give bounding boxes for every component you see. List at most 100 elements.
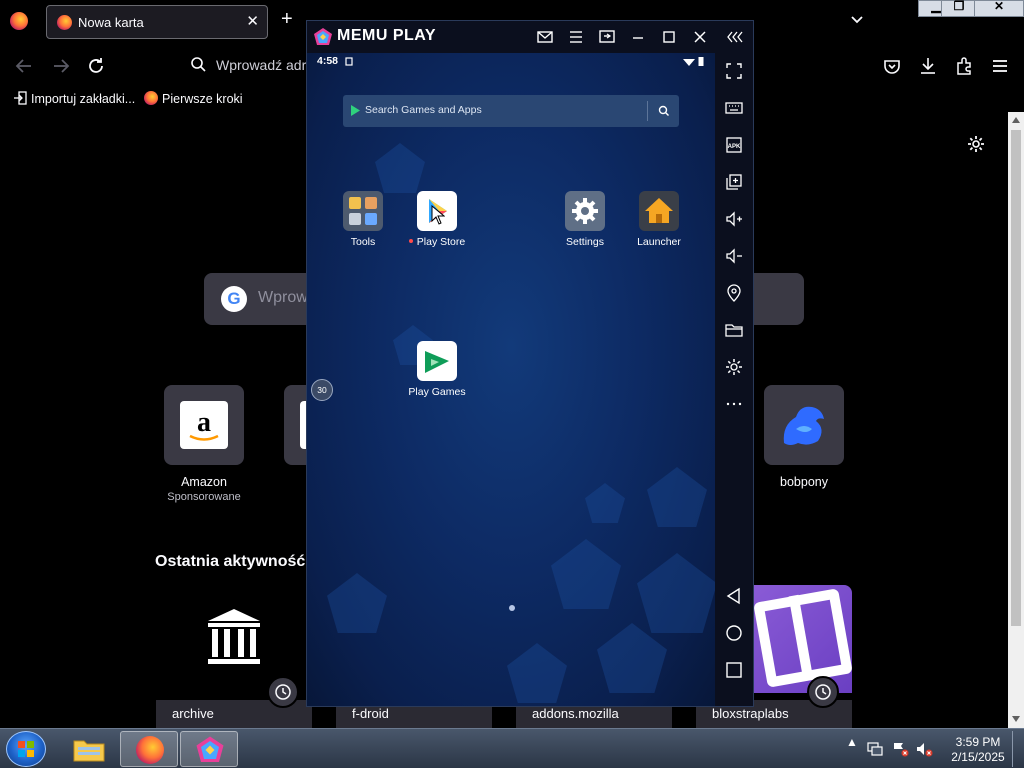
firefox-menu-icon[interactable] [10,12,28,30]
bookmark-import[interactable]: Importuj zakładki... [13,91,135,106]
taskbar-date: 2/15/2025 [951,750,1005,764]
volume-up-icon[interactable] [724,209,744,229]
more-icon[interactable] [724,394,744,414]
search-divider [647,101,648,121]
memu-sidebar: APK [715,53,753,706]
url-placeholder: Wprowadź adr [216,57,307,73]
memu-window: MEMU PLAY 4:58 Search Games and Apps Too… [306,20,754,707]
clock-icon [807,676,839,708]
pocket-icon[interactable] [881,55,903,77]
wifi-icon [683,59,695,66]
google-icon: G [221,286,247,312]
fps-indicator[interactable]: 30 [311,379,333,401]
close-window-button[interactable]: ✕ [974,0,1024,17]
taskbar-explorer[interactable] [60,731,118,767]
launcher-home-icon [639,191,679,231]
action-center-icon[interactable] [891,741,909,757]
tab-close-icon[interactable]: ✕ [246,12,259,30]
minimize-icon[interactable] [628,27,648,47]
app-launcher[interactable]: Launcher [619,191,699,248]
restore-button[interactable]: ❐ [941,0,977,17]
search-icon [191,57,206,72]
background-shape [327,573,387,633]
scroll-up-icon[interactable] [1011,115,1021,125]
home-page-indicator [509,605,515,611]
amazon-logo-icon: a [180,401,228,449]
screen-cast-icon[interactable] [597,27,617,47]
memu-taskbar-icon [196,736,224,762]
tab-new-tab[interactable]: Nowa karta ✕ [46,5,268,39]
network-icon[interactable] [866,741,884,757]
windows-taskbar: ▲ 3:59 PM 2/15/2025 [0,728,1024,768]
bookmark-getting-started[interactable]: Pierwsze kroki [144,91,243,106]
memu-title: MEMU PLAY [337,27,437,44]
firefox-favicon-icon [57,15,72,30]
scroll-down-icon[interactable] [1011,714,1021,724]
show-desktop-button[interactable] [1012,731,1024,767]
forward-icon[interactable] [50,55,72,77]
background-shape [597,623,667,693]
home-icon[interactable] [724,623,744,643]
apk-icon[interactable]: APK [724,135,744,155]
app-tools[interactable]: Tools [323,191,403,248]
hamburger-menu-icon[interactable] [989,55,1011,77]
memu-logo-icon [314,28,332,45]
mail-icon[interactable] [535,27,555,47]
close-icon[interactable] [690,27,710,47]
search-icon[interactable] [657,104,671,118]
tools-icon [343,191,383,231]
location-icon[interactable] [724,283,744,303]
extensions-icon[interactable] [953,55,975,77]
notification-icon [345,57,353,66]
settings-gear-icon [565,191,605,231]
folder-icon[interactable] [724,320,744,340]
recents-icon[interactable] [724,660,744,680]
tray-chevron-icon[interactable]: ▲ [846,735,858,749]
app-play-games[interactable]: Play Games [397,341,477,398]
svg-text:APK: APK [728,144,741,150]
app-play-store-label: Play Store [416,236,466,248]
taskbar-memu[interactable] [180,731,238,767]
url-bar[interactable]: Wprowadź adr [184,51,314,81]
newtab-settings-icon[interactable] [966,134,986,154]
firefox-favicon-icon [144,91,158,105]
windows-logo-icon [18,741,34,757]
app-launcher-label: Launcher [637,236,681,248]
background-shape [647,467,707,527]
list-all-tabs-icon[interactable] [849,12,865,28]
android-status-bar: 4:58 [307,53,715,71]
app-play-games-label: Play Games [408,386,466,398]
new-tab-button[interactable]: + [281,9,293,29]
recent-activity-heading: Ostatnia aktywność [155,553,306,570]
scrollbar-thumb[interactable] [1011,130,1021,626]
maximize-icon[interactable] [659,27,679,47]
multi-instance-icon[interactable] [724,172,744,192]
google-search-placeholder: Wprow [258,289,308,306]
menu-icon[interactable] [566,27,586,47]
taskbar-clock[interactable]: 3:59 PM 2/15/2025 [948,735,1008,765]
background-shape [507,643,567,703]
app-tools-label: Tools [350,236,376,248]
taskbar-firefox[interactable] [120,731,178,767]
bookmark-import-label: Importuj zakładki... [31,92,136,106]
back-icon[interactable] [13,55,35,77]
app-settings[interactable]: Settings [545,191,625,248]
reload-icon[interactable] [85,55,107,77]
shortcut-bobpony[interactable] [764,385,844,465]
volume-muted-icon[interactable] [915,741,933,757]
collapse-sidebar-icon[interactable] [725,27,745,47]
shortcut-amazon-sponsored: Sponsorowane [167,491,241,503]
start-button[interactable] [6,731,46,767]
memu-title-bar: MEMU PLAY [307,21,753,53]
shortcut-amazon[interactable]: a [164,385,244,465]
volume-down-icon[interactable] [724,246,744,266]
fullscreen-icon[interactable] [724,61,744,81]
back-icon[interactable] [724,586,744,606]
android-search-bar[interactable]: Search Games and Apps [343,95,679,127]
keyboard-icon[interactable] [724,98,744,118]
bloxstrap-logo-icon [753,585,853,693]
app-settings-label: Settings [566,236,604,248]
downloads-icon[interactable] [917,55,939,77]
page-scrollbar[interactable] [1008,112,1024,728]
settings-icon[interactable] [724,357,744,377]
